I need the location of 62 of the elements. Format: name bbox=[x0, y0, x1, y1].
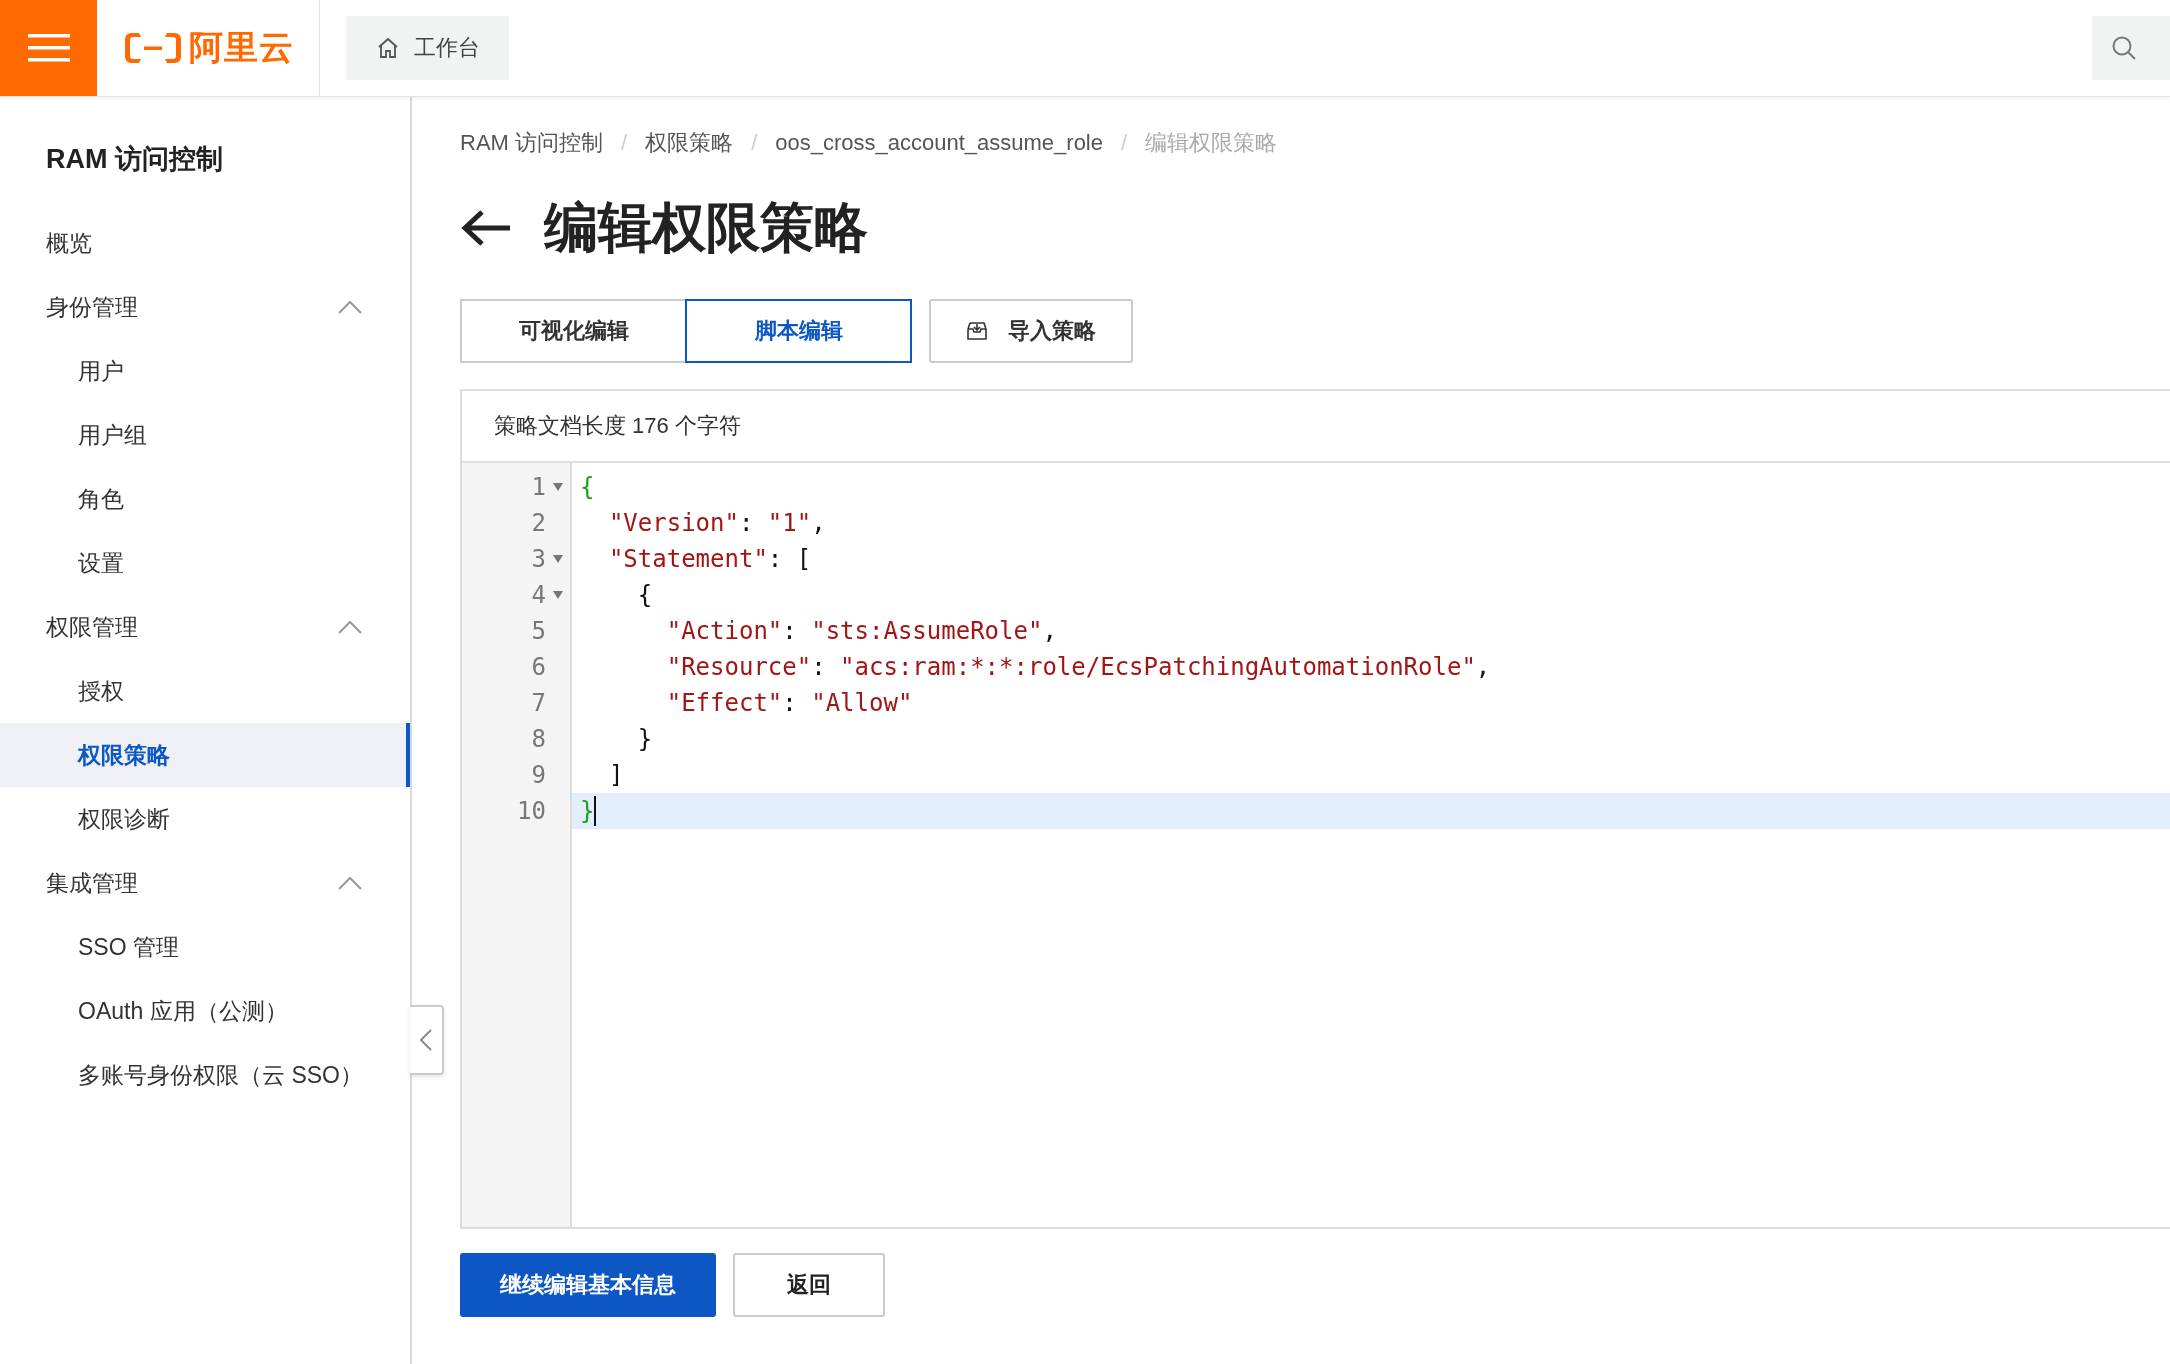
line-number: 5 bbox=[531, 616, 546, 647]
code-line: ] bbox=[607, 760, 624, 791]
sidebar-item[interactable]: SSO 管理 bbox=[0, 915, 410, 979]
sidebar-title: RAM 访问控制 bbox=[45, 143, 224, 176]
code-line: "Version": "1", bbox=[607, 508, 826, 539]
logo-icon bbox=[122, 31, 183, 65]
line-number: 2 bbox=[531, 508, 546, 539]
line-number: 10 bbox=[517, 796, 546, 827]
code-line: "Action": "sts:AssumeRole", bbox=[665, 616, 1057, 647]
page-title: 编辑权限策略 bbox=[544, 195, 868, 259]
code-line: { bbox=[580, 472, 595, 503]
text-cursor bbox=[594, 796, 597, 826]
editor-mode-tab[interactable]: 可视化编辑 bbox=[460, 299, 687, 363]
search-icon bbox=[2110, 34, 2138, 62]
sidebar-item[interactable]: 集成管理 bbox=[0, 851, 410, 915]
breadcrumb-separator: / bbox=[751, 130, 758, 156]
sidebar-item[interactable]: 多账号身份权限（云 SSO） bbox=[0, 1043, 410, 1107]
sidebar-item[interactable]: 角色 bbox=[0, 467, 410, 531]
line-number: 7 bbox=[531, 688, 546, 719]
line-number: 9 bbox=[531, 760, 546, 791]
editor-mode-tab[interactable]: 脚本编辑 bbox=[685, 299, 912, 363]
import-policy-button[interactable]: 导入策略 bbox=[929, 299, 1133, 363]
code-line: "Effect": "Allow" bbox=[665, 688, 913, 719]
sidebar-item[interactable]: 用户 bbox=[0, 339, 410, 403]
sidebar-item[interactable]: 授权 bbox=[0, 659, 410, 723]
continue-button[interactable]: 继续编辑基本信息 bbox=[460, 1253, 716, 1317]
collapse-sidebar-button[interactable] bbox=[410, 1005, 444, 1075]
search-field[interactable] bbox=[2092, 16, 2170, 80]
code-line: } bbox=[636, 724, 653, 755]
chevron-left-icon bbox=[419, 1028, 433, 1052]
menu-icon bbox=[27, 32, 70, 64]
back-button[interactable]: 返回 bbox=[733, 1253, 885, 1317]
length-note: 策略文档长度 176 个字符 bbox=[494, 412, 741, 440]
sidebar-item[interactable]: 设置 bbox=[0, 531, 410, 595]
code-line: "Resource": "acs:ram:*:*:role/EcsPatchingAutomationRole", bbox=[665, 652, 1491, 683]
line-number: 4 bbox=[531, 580, 546, 611]
logo-text: 阿里云 bbox=[188, 27, 294, 68]
code-editor[interactable]: 策略文档长度 176 个字符 1 2 3 4 5 6 7 8 9 10 { "Version": "1", "Statement": [ { "Action": "sts:AssumeRole", "Resource": "acs:ram:*:*:role/EcsPatchingAutomationRole", "Effect": "Allow" } ] } bbox=[460, 389, 2170, 1229]
line-number: 1 bbox=[531, 472, 546, 503]
breadcrumb-link[interactable]: 权限策略 bbox=[645, 128, 734, 158]
breadcrumb-link[interactable]: oos_cross_account_assume_role bbox=[775, 130, 1103, 156]
breadcrumb-link[interactable]: RAM 访问控制 bbox=[460, 128, 603, 158]
sidebar-item[interactable]: 概览 bbox=[0, 211, 410, 275]
sidebar-item[interactable]: 身份管理 bbox=[0, 275, 410, 339]
breadcrumb-separator: / bbox=[1121, 130, 1128, 156]
code-line: { bbox=[636, 580, 653, 611]
inbox-icon bbox=[966, 321, 988, 341]
breadcrumb-current: 编辑权限策略 bbox=[1145, 129, 1278, 157]
sidebar-item[interactable]: 权限策略 bbox=[0, 723, 410, 787]
line-number: 6 bbox=[531, 652, 546, 683]
sidebar-item[interactable]: 权限管理 bbox=[0, 595, 410, 659]
workbench-button[interactable]: 工作台 bbox=[346, 16, 509, 80]
menu-button[interactable] bbox=[0, 0, 97, 96]
line-number: 3 bbox=[531, 544, 546, 575]
breadcrumb-separator: / bbox=[621, 130, 628, 156]
back-arrow-icon[interactable] bbox=[460, 208, 512, 248]
sidebar-item[interactable]: 权限诊断 bbox=[0, 787, 410, 851]
code-line: } bbox=[580, 796, 595, 827]
sidebar-item[interactable]: OAuth 应用（公测） bbox=[0, 979, 410, 1043]
sidebar-item[interactable]: 用户组 bbox=[0, 403, 410, 467]
code-line: "Statement": [ bbox=[607, 544, 812, 575]
line-number: 8 bbox=[531, 724, 546, 755]
